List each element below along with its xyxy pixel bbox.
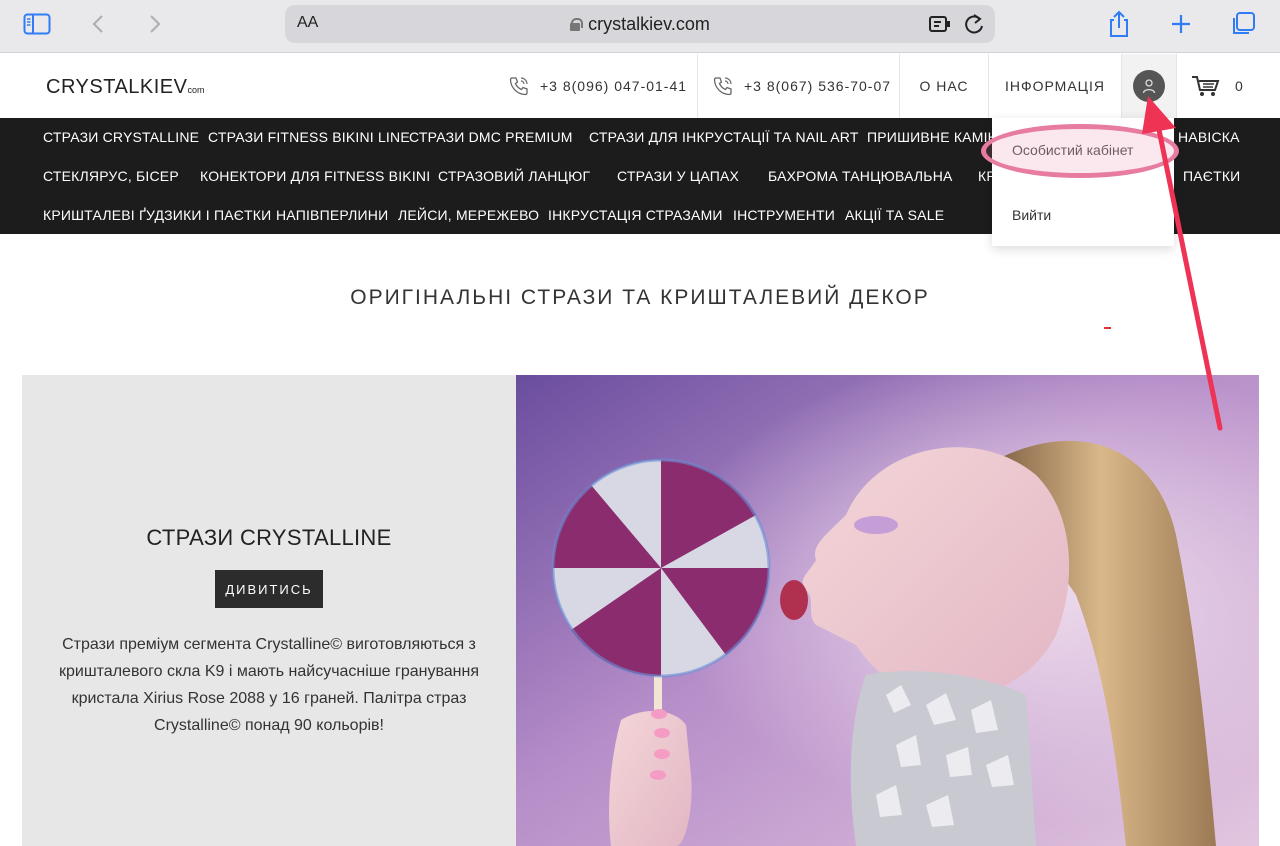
browser-toolbar: AA crystalkiev.com: [0, 0, 1280, 53]
banner-title: СТРАЗИ CRYSTALLINE: [146, 525, 392, 550]
phone-icon: [509, 77, 528, 96]
nav-item[interactable]: СТРАЗИ CRYSTALLINE: [43, 129, 199, 145]
back-icon[interactable]: [88, 10, 108, 38]
cart-button[interactable]: 0: [1176, 54, 1280, 118]
nav-item[interactable]: ІНСТРУМЕНТИ: [733, 207, 835, 223]
cart-icon: [1192, 76, 1220, 96]
reload-icon[interactable]: [963, 13, 985, 40]
extension-icon[interactable]: [928, 13, 952, 40]
nav-item[interactable]: СТРАЗИ DMC PREMIUM: [409, 129, 573, 145]
nav-item[interactable]: СТРАЗИ FITNESS BIKINI LINE: [208, 129, 410, 145]
info-link[interactable]: ІНФОРМАЦІЯ: [988, 54, 1121, 118]
nav-item[interactable]: КРИШТАЛЕВІ ҐУДЗИКИ І ПАЄТКИ: [43, 207, 271, 223]
user-icon: [1133, 70, 1165, 102]
site-header: CRYSTALKIEVcom +3 8(096) 047-01-41 +3 8(…: [0, 54, 1280, 118]
nav-item[interactable]: КОНЕКТОРИ ДЛЯ FITNESS BIKINI: [200, 168, 430, 184]
phone-number-1: +3 8(096) 047-01-41: [540, 78, 688, 94]
logo-text: CRYSTALKIEV: [46, 76, 188, 98]
share-icon[interactable]: [1106, 10, 1132, 38]
site-logo[interactable]: CRYSTALKIEVcom: [46, 76, 205, 99]
banner-text-panel: СТРАЗИ CRYSTALLINE ДИВИТИСЬ Стрази премі…: [22, 375, 516, 846]
accent-dash: [1104, 327, 1111, 329]
new-tab-icon[interactable]: [1168, 10, 1194, 38]
lock-icon: [570, 18, 584, 31]
nav-item[interactable]: СТРАЗОВИЙ ЛАНЦЮГ: [438, 168, 590, 184]
nav-item[interactable]: НАПІВПЕРЛИНИ: [276, 207, 388, 223]
address-bar[interactable]: AA crystalkiev.com: [285, 5, 995, 43]
tabs-overview-icon[interactable]: [1229, 10, 1257, 38]
nav-item[interactable]: АКЦІЇ ТА SALE: [845, 207, 944, 223]
annotation-highlight: [981, 124, 1179, 178]
phone-number-2: +3 8(067) 536-70-07: [744, 78, 892, 94]
banner-description: Стрази преміум сегмента Crystalline© виг…: [58, 636, 480, 734]
nav-item[interactable]: ПАЄТКИ: [1183, 168, 1240, 184]
cart-count: 0: [1235, 78, 1244, 94]
url-text: crystalkiev.com: [588, 14, 710, 34]
phone-icon: [713, 77, 732, 96]
nav-item[interactable]: ІНКРУСТАЦІЯ СТРАЗАМИ: [548, 207, 723, 223]
forward-icon[interactable]: [145, 10, 165, 38]
url-field[interactable]: crystalkiev.com: [285, 14, 995, 35]
info-label: ІНФОРМАЦІЯ: [1004, 78, 1106, 94]
nav-item[interactable]: СТЕКЛЯРУС, БІСЕР: [43, 168, 179, 184]
about-link[interactable]: О НАС: [899, 54, 988, 118]
logout-link[interactable]: Вийти: [1012, 207, 1051, 223]
view-button[interactable]: ДИВИТИСЬ: [215, 570, 323, 608]
phone-link-1[interactable]: +3 8(096) 047-01-41: [508, 54, 687, 118]
sidebar-toggle-icon[interactable]: [22, 10, 52, 38]
phone-link-2[interactable]: +3 8(067) 536-70-07: [697, 54, 899, 118]
account-button[interactable]: [1121, 54, 1176, 118]
banner-photo[interactable]: [516, 375, 1259, 846]
logo-suffix: com: [187, 85, 205, 95]
nav-item[interactable]: СТРАЗИ ДЛЯ ІНКРУСТАЦІЇ ТА NAIL ART: [589, 129, 859, 145]
page-title: ОРИГІНАЛЬНІ СТРАЗИ ТА КРИШТАЛЕВИЙ ДЕКОР: [350, 286, 930, 309]
nav-item[interactable]: СТРАЗИ У ЦАПАХ: [617, 168, 739, 184]
nav-item[interactable]: НАВІСКА: [1178, 129, 1240, 145]
nav-item[interactable]: БАХРОМА ТАНЦЮВАЛЬНА: [768, 168, 953, 184]
nav-item[interactable]: ЛЕЙСИ, МЕРЕЖЕВО: [398, 207, 539, 223]
about-label: О НАС: [919, 78, 969, 94]
